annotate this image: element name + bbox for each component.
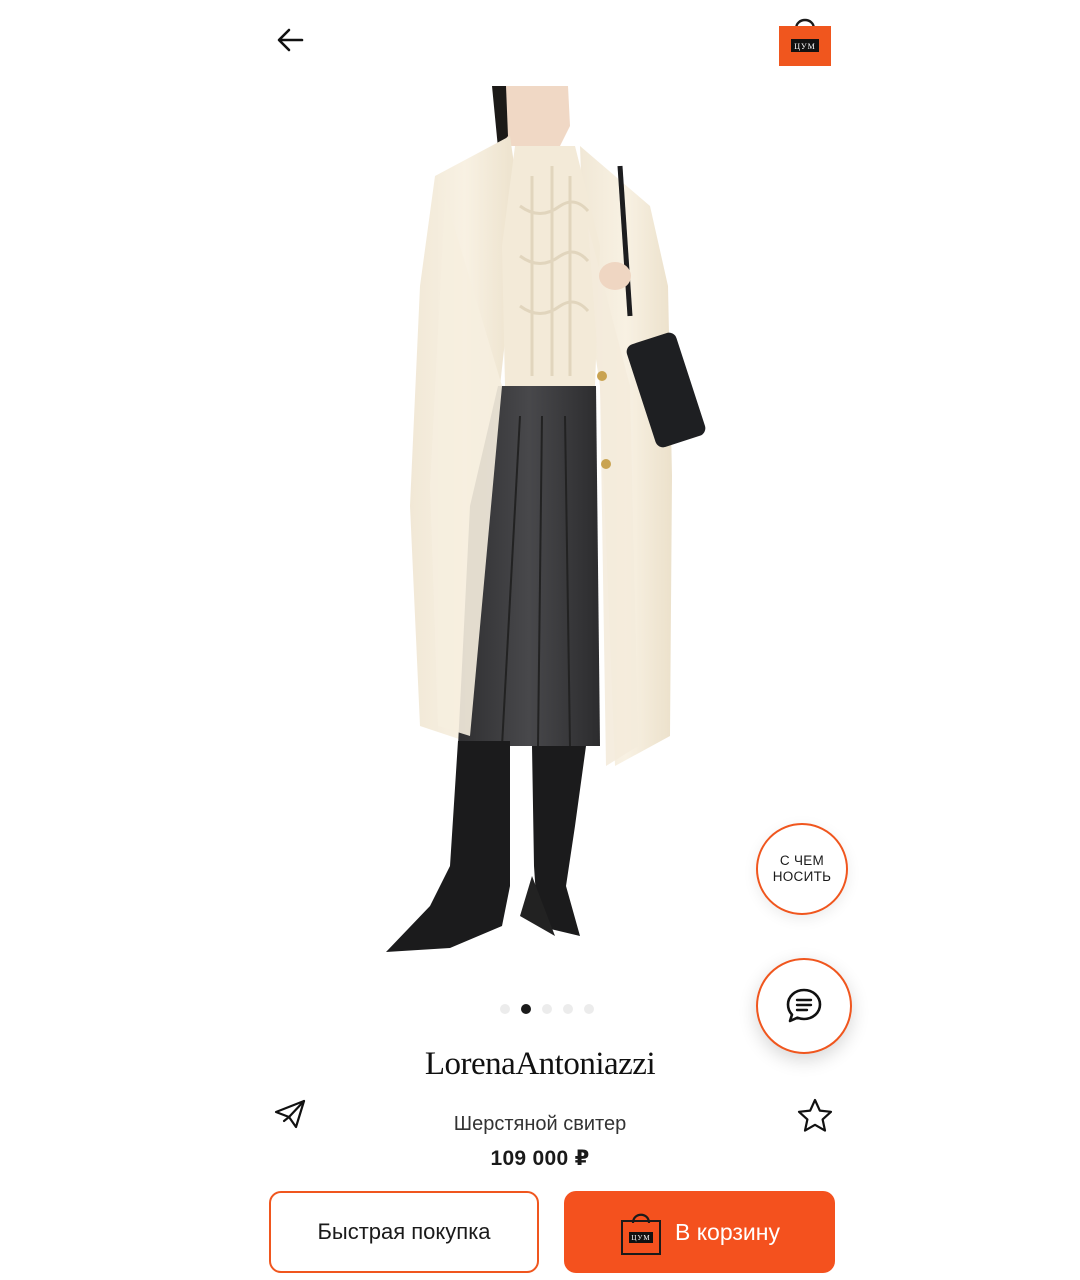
product-price: 109 000 ₽ bbox=[490, 1147, 590, 1170]
tsum-logo-text: ЦУМ bbox=[794, 42, 816, 51]
quick-buy-button[interactable]: Быстрая покупка bbox=[269, 1191, 539, 1273]
add-to-cart-label: В корзину bbox=[675, 1218, 780, 1245]
pagination-dot[interactable] bbox=[563, 1004, 573, 1014]
chat-bubble-icon bbox=[786, 988, 822, 1023]
pagination-dot[interactable] bbox=[542, 1004, 552, 1014]
pagination-dot[interactable] bbox=[584, 1004, 594, 1014]
tsum-shopping-bag-icon: ЦУМ bbox=[621, 1213, 661, 1255]
arrow-left-icon bbox=[277, 28, 304, 52]
pagination-dot[interactable] bbox=[500, 1004, 510, 1014]
gallery-pagination bbox=[0, 1002, 1080, 1016]
product-image[interactable] bbox=[270, 86, 810, 986]
add-to-cart-button[interactable]: ЦУМ В корзину bbox=[564, 1191, 835, 1273]
back-button[interactable] bbox=[270, 18, 314, 62]
brand-name[interactable]: LorenaAntoniazzi bbox=[0, 1046, 1080, 1083]
star-outline-icon bbox=[797, 1098, 833, 1132]
model-photo bbox=[386, 86, 706, 952]
pagination-dot-active[interactable] bbox=[521, 1004, 531, 1014]
tsum-shopping-bag-icon: ЦУМ bbox=[779, 18, 831, 66]
product-name: Шерстяной свитер bbox=[453, 1113, 627, 1135]
chat-button[interactable] bbox=[756, 958, 852, 1054]
what-to-wear-with-label: С ЧЕМ НОСИТЬ bbox=[772, 853, 832, 884]
cart-button[interactable]: ЦУМ bbox=[779, 13, 831, 66]
what-to-wear-with-button[interactable]: С ЧЕМ НОСИТЬ bbox=[756, 823, 848, 915]
tsum-logo-text: ЦУМ bbox=[631, 1234, 650, 1242]
favorite-button[interactable] bbox=[796, 1097, 834, 1135]
quick-buy-label: Быстрая покупка bbox=[317, 1219, 491, 1244]
